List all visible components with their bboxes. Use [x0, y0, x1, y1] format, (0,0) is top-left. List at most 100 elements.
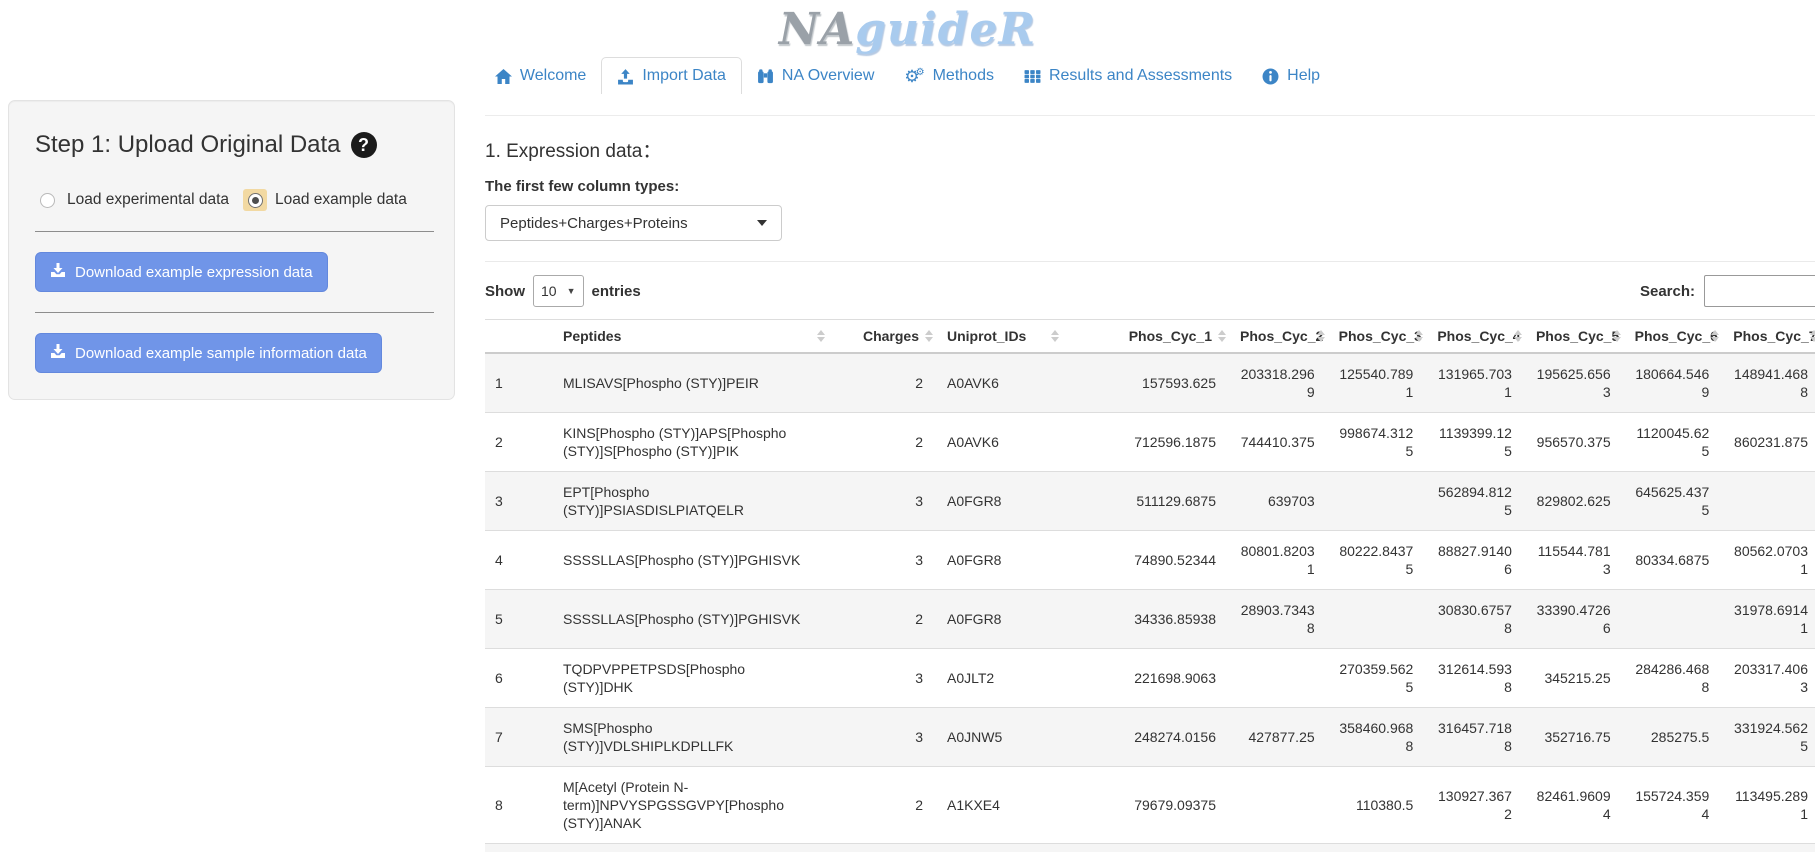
search-label: Search: — [1640, 283, 1695, 300]
value-cell — [1329, 590, 1428, 649]
button-label: Download example sample information data — [75, 345, 367, 362]
tab-label: Help — [1287, 67, 1320, 85]
value-cell: 28903.73438 — [1230, 590, 1329, 649]
radio-dot — [252, 197, 259, 204]
radio-button-icon[interactable] — [243, 189, 267, 211]
value-cell: 115544.7813 — [1526, 531, 1625, 590]
column-header-label: Phos_Cyc_6 — [1635, 328, 1718, 344]
value-cell: 645625.4375 — [1625, 472, 1724, 531]
tab-results-and-assessments[interactable]: Results and Assessments — [1009, 58, 1247, 94]
tab-welcome[interactable]: Welcome — [480, 58, 601, 94]
tab-label: Results and Assessments — [1049, 67, 1232, 85]
column-header-label: Phos_Cyc_5 — [1536, 328, 1619, 344]
sort-icon[interactable] — [1514, 330, 1522, 342]
page-length-control: Show 10 ▼ entries — [485, 275, 641, 307]
table-body: 1MLISAVS[Phospho (STY)]PEIR2A0AVK6157593… — [485, 353, 1815, 852]
sort-icon[interactable] — [1613, 330, 1621, 342]
column-header-label: Phos_Cyc_7 — [1733, 328, 1815, 344]
value-cell: 331924.5625 — [1723, 708, 1815, 767]
value-cell: 358460.9688 — [1329, 708, 1428, 767]
column-header-uniprot-ids[interactable]: Uniprot_IDs — [937, 320, 1063, 354]
value-cell: 511129.6875 — [1063, 472, 1230, 531]
value-cell: 30830.67578 — [1427, 590, 1526, 649]
info-icon — [1262, 68, 1279, 85]
column-header-label: Phos_Cyc_3 — [1339, 328, 1422, 344]
radio-load-experimental-data[interactable]: Load experimental data — [35, 189, 229, 211]
download-icon — [50, 262, 66, 282]
download-expression-data-button[interactable]: Download example expression data — [35, 252, 328, 292]
question-circle-icon[interactable]: ? — [351, 132, 377, 158]
charge-cell: 2 — [829, 767, 937, 844]
column-header-phos-cyc-4[interactable]: Phos_Cyc_4 — [1427, 320, 1526, 354]
value-cell: 31978.69141 — [1723, 590, 1815, 649]
tab-na-overview[interactable]: NA Overview — [742, 58, 889, 94]
column-types-select[interactable]: Peptides+Charges+Proteins — [485, 205, 782, 241]
column-header-label: Phos_Cyc_2 — [1240, 328, 1323, 344]
sort-icon[interactable] — [1317, 330, 1325, 342]
table-controls: Show 10 ▼ entries Search: — [485, 275, 1815, 307]
radio-circle — [248, 193, 263, 208]
column-header-phos-cyc-2[interactable]: Phos_Cyc_2 — [1230, 320, 1329, 354]
sort-icon[interactable] — [817, 330, 825, 342]
column-header-index — [485, 320, 553, 354]
row-index-cell: 7 — [485, 708, 553, 767]
value-cell: 427877.25 — [1230, 708, 1329, 767]
column-header-phos-cyc-3[interactable]: Phos_Cyc_3 — [1329, 320, 1428, 354]
download-sample-information-button[interactable]: Download example sample information data — [35, 333, 382, 373]
column-header-peptides[interactable]: Peptides — [553, 320, 829, 354]
charge-cell: 3 — [829, 472, 937, 531]
tab-methods[interactable]: ⚙⚙Methods — [889, 58, 1009, 94]
gears-icon: ⚙⚙ — [904, 68, 924, 85]
value-cell: 639703 — [1230, 472, 1329, 531]
column-header-phos-cyc-1[interactable]: Phos_Cyc_1 — [1063, 320, 1230, 354]
search-input[interactable] — [1704, 275, 1815, 307]
uniprot-cell: A0FGR8 — [937, 590, 1063, 649]
row-index-cell: 8 — [485, 767, 553, 844]
radio-load-example-data[interactable]: Load example data — [243, 189, 407, 211]
value-cell — [1230, 767, 1329, 844]
page-header: NAguideR WelcomeImport DataNA Overview⚙⚙… — [0, 0, 1815, 94]
value-cell — [1723, 472, 1815, 531]
uniprot-cell: A0JNW5 — [937, 708, 1063, 767]
value-cell: 155724.3594 — [1625, 767, 1724, 844]
value-cell: 88827.91406 — [1427, 531, 1526, 590]
column-header-charges[interactable]: Charges — [829, 320, 937, 354]
radio-button-icon[interactable] — [35, 189, 59, 211]
row-index-cell: 3 — [485, 472, 553, 531]
table-row: 2KINS[Phospho (STY)]APS[Phospho (STY)]S[… — [485, 413, 1815, 472]
peptide-cell: MLISAVS[Phospho (STY)]PEIR — [553, 353, 829, 413]
home-icon — [495, 68, 512, 85]
chevron-down-icon — [757, 220, 767, 226]
value-cell: 113495.2891 — [1723, 767, 1815, 844]
tab-help[interactable]: Help — [1247, 58, 1335, 94]
upload-icon — [617, 68, 634, 85]
logo-part-guider: guideR — [855, 4, 1036, 55]
value-cell: 284286.4688 — [1625, 649, 1724, 708]
sort-icon[interactable] — [1415, 330, 1423, 342]
column-types-label: The first few column types: — [485, 178, 1815, 195]
peptide-cell: SSSSLLAS[Phospho (STY)]PGHISVK — [553, 531, 829, 590]
value-cell: 248274.0156 — [1063, 708, 1230, 767]
table-row-partial — [485, 844, 1815, 852]
value-cell: 180664.5469 — [1625, 353, 1724, 413]
sort-icon[interactable] — [1711, 330, 1719, 342]
value-cell: 312614.5938 — [1427, 649, 1526, 708]
value-cell: 744410.375 — [1230, 413, 1329, 472]
value-cell — [1625, 590, 1724, 649]
uniprot-cell: A1KXE4 — [937, 767, 1063, 844]
sort-icon[interactable] — [1810, 330, 1815, 342]
column-header-phos-cyc-5[interactable]: Phos_Cyc_5 — [1526, 320, 1625, 354]
page-length-select[interactable]: 10 ▼ — [533, 275, 584, 307]
column-header-phos-cyc-6[interactable]: Phos_Cyc_6 — [1625, 320, 1724, 354]
sort-icon[interactable] — [1218, 330, 1226, 342]
table-header-row: PeptidesCharges Uniprot_IDs Phos_Cyc_1 Phos… — [485, 320, 1815, 354]
sort-icon[interactable] — [1051, 330, 1059, 342]
column-header-label: Uniprot_IDs — [947, 328, 1026, 344]
panel-title-text: Step 1: Upload Original Data — [35, 131, 341, 159]
column-header-phos-cyc-7[interactable]: Phos_Cyc_7 — [1723, 320, 1815, 354]
sort-icon[interactable] — [925, 330, 933, 342]
value-cell: 82461.96094 — [1526, 767, 1625, 844]
divider — [35, 312, 434, 313]
peptide-cell: SSSSLLAS[Phospho (STY)]PGHISVK — [553, 590, 829, 649]
tab-import-data[interactable]: Import Data — [601, 57, 742, 94]
